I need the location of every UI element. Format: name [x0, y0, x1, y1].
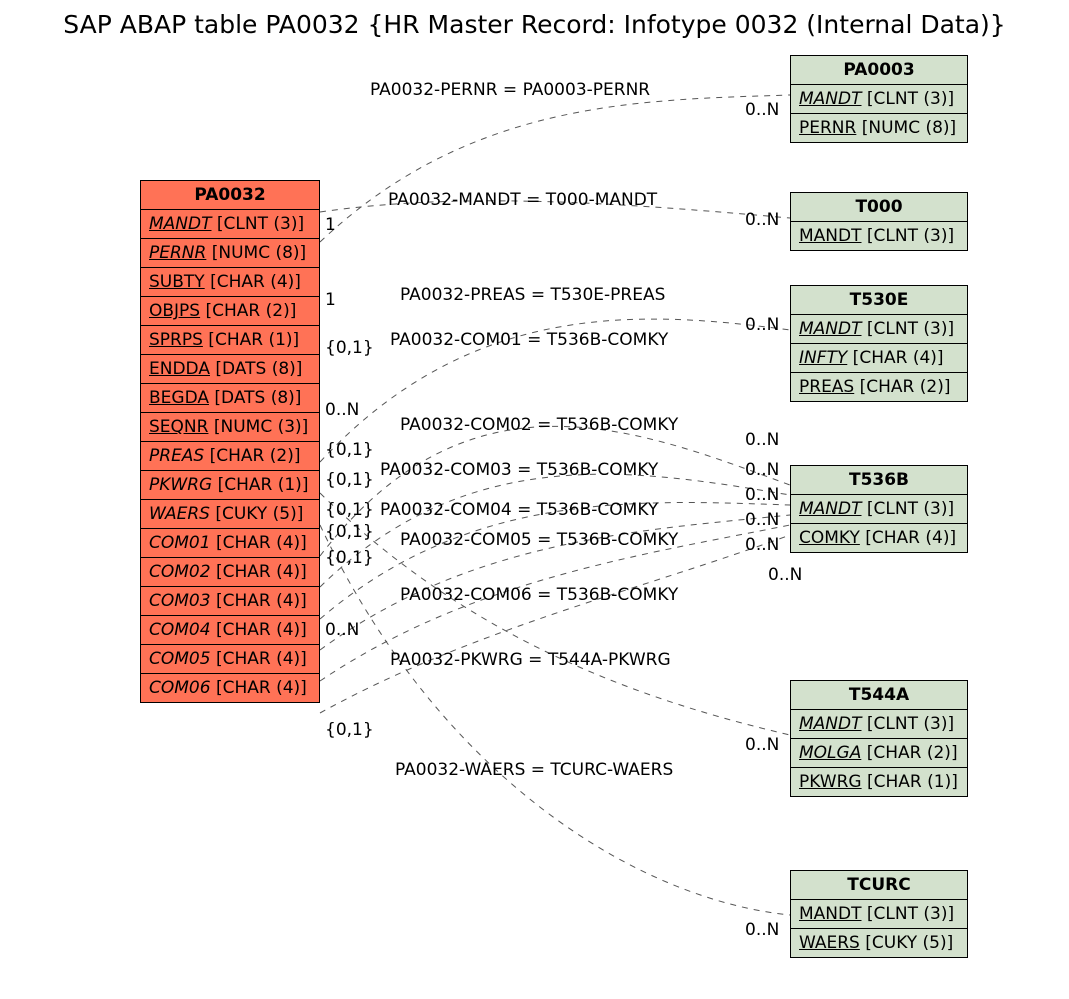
cardinality: {0,1}	[325, 470, 374, 490]
cardinality: {0,1}	[325, 548, 374, 568]
cardinality: 0..N	[325, 400, 359, 420]
cardinality: 0..N	[745, 920, 779, 940]
entity-row: SEQNR [NUMC (3)]	[141, 413, 319, 442]
entity-header: TCURC	[791, 871, 967, 900]
cardinality: 0..N	[745, 535, 779, 555]
entity-header: PA0032	[141, 181, 319, 210]
cardinality: {0,1}	[325, 720, 374, 740]
edge-label: PA0032-COM04 = T536B-COMKY	[380, 500, 658, 520]
entity-row: OBJPS [CHAR (2)]	[141, 297, 319, 326]
cardinality: 0..N	[745, 460, 779, 480]
entity-row: COMKY [CHAR (4)]	[791, 524, 967, 552]
entity-pa0032: PA0032 MANDT [CLNT (3)]PERNR [NUMC (8)]S…	[140, 180, 320, 703]
cardinality: 0..N	[745, 485, 779, 505]
entity-row: MOLGA [CHAR (2)]	[791, 739, 967, 768]
entity-row: MANDT [CLNT (3)]	[791, 85, 967, 114]
edge-label: PA0032-PREAS = T530E-PREAS	[400, 285, 665, 305]
entity-row: COM04 [CHAR (4)]	[141, 616, 319, 645]
cardinality: 0..N	[745, 210, 779, 230]
entity-row: PERNR [NUMC (8)]	[141, 239, 319, 268]
entity-row: BEGDA [DATS (8)]	[141, 384, 319, 413]
entity-row: PREAS [CHAR (2)]	[141, 442, 319, 471]
entity-row: WAERS [CUKY (5)]	[791, 929, 967, 957]
cardinality: 0..N	[325, 620, 359, 640]
entity-row: INFTY [CHAR (4)]	[791, 344, 967, 373]
entity-row: PERNR [NUMC (8)]	[791, 114, 967, 142]
cardinality: 0..N	[768, 565, 802, 585]
cardinality: {0,1}	[325, 440, 374, 460]
edge-label: PA0032-MANDT = T000-MANDT	[388, 190, 657, 210]
cardinality: 0..N	[745, 510, 779, 530]
entity-row: COM01 [CHAR (4)]	[141, 529, 319, 558]
entity-row: SPRPS [CHAR (1)]	[141, 326, 319, 355]
entity-row: COM06 [CHAR (4)]	[141, 674, 319, 702]
edge-label: PA0032-COM01 = T536B-COMKY	[390, 330, 668, 350]
edge-label: PA0032-COM05 = T536B-COMKY	[400, 530, 678, 550]
entity-row: MANDT [CLNT (3)]	[791, 710, 967, 739]
entity-row: COM05 [CHAR (4)]	[141, 645, 319, 674]
entity-pa0003: PA0003 MANDT [CLNT (3)]PERNR [NUMC (8)]	[790, 55, 968, 143]
entity-row: WAERS [CUKY (5)]	[141, 500, 319, 529]
edge-label: PA0032-COM06 = T536B-COMKY	[400, 585, 678, 605]
cardinality: {0,1}	[325, 522, 374, 542]
cardinality: 0..N	[745, 735, 779, 755]
entity-tcurc: TCURC MANDT [CLNT (3)]WAERS [CUKY (5)]	[790, 870, 968, 958]
entity-row: COM03 [CHAR (4)]	[141, 587, 319, 616]
entity-row: PREAS [CHAR (2)]	[791, 373, 967, 401]
entity-header: PA0003	[791, 56, 967, 85]
cardinality: 0..N	[745, 315, 779, 335]
entity-row: COM02 [CHAR (4)]	[141, 558, 319, 587]
edge-label: PA0032-WAERS = TCURC-WAERS	[395, 760, 673, 780]
entity-row: MANDT [CLNT (3)]	[791, 495, 967, 524]
entity-header: T000	[791, 193, 967, 222]
cardinality: {0,1}	[325, 338, 374, 358]
entity-row: MANDT [CLNT (3)]	[141, 210, 319, 239]
edge-label: PA0032-COM02 = T536B-COMKY	[400, 415, 678, 435]
entity-header: T530E	[791, 286, 967, 315]
entity-row: PKWRG [CHAR (1)]	[141, 471, 319, 500]
entity-t530e: T530E MANDT [CLNT (3)]INFTY [CHAR (4)]PR…	[790, 285, 968, 402]
cardinality: 0..N	[745, 430, 779, 450]
cardinality: {0,1}	[325, 500, 374, 520]
entity-row: ENDDA [DATS (8)]	[141, 355, 319, 384]
cardinality: 0..N	[745, 100, 779, 120]
entity-header: T544A	[791, 681, 967, 710]
edge-label: PA0032-PERNR = PA0003-PERNR	[370, 80, 650, 100]
entity-t000: T000 MANDT [CLNT (3)]	[790, 192, 968, 251]
entity-header: T536B	[791, 466, 967, 495]
diagram-title: SAP ABAP table PA0032 {HR Master Record:…	[0, 10, 1069, 39]
cardinality: 1	[325, 290, 336, 310]
entity-row: MANDT [CLNT (3)]	[791, 900, 967, 929]
entity-t544a: T544A MANDT [CLNT (3)]MOLGA [CHAR (2)]PK…	[790, 680, 968, 797]
entity-row: SUBTY [CHAR (4)]	[141, 268, 319, 297]
diagram-canvas: SAP ABAP table PA0032 {HR Master Record:…	[0, 0, 1069, 999]
entity-t536b: T536B MANDT [CLNT (3)]COMKY [CHAR (4)]	[790, 465, 968, 553]
edge-label: PA0032-COM03 = T536B-COMKY	[380, 460, 658, 480]
entity-row: PKWRG [CHAR (1)]	[791, 768, 967, 796]
entity-row: MANDT [CLNT (3)]	[791, 315, 967, 344]
edge-label: PA0032-PKWRG = T544A-PKWRG	[390, 650, 671, 670]
cardinality: 1	[325, 215, 336, 235]
entity-row: MANDT [CLNT (3)]	[791, 222, 967, 250]
